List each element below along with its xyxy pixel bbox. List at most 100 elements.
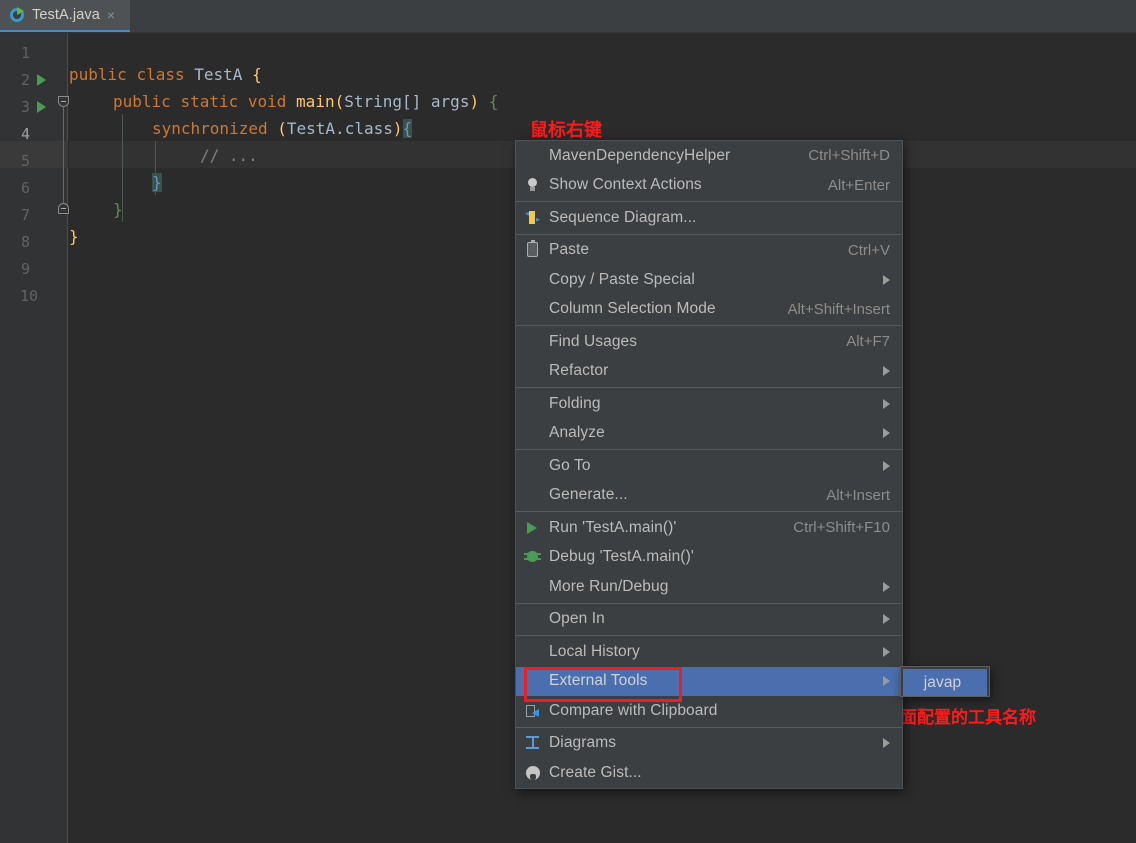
menu-item-debug-testa-main[interactable]: Debug 'TestA.main()' bbox=[516, 543, 902, 573]
token-paren: ) bbox=[469, 92, 480, 111]
menu-item-folding[interactable]: Folding bbox=[516, 389, 902, 419]
menu-item-label: Debug 'TestA.main()' bbox=[549, 548, 694, 566]
chevron-right-icon bbox=[883, 274, 890, 285]
menu-item-create-gist[interactable]: Create Gist... bbox=[516, 758, 902, 788]
menu-item-shortcut: Alt+Shift+Insert bbox=[787, 300, 890, 318]
token-brace: } bbox=[113, 200, 123, 219]
blank-icon bbox=[523, 456, 543, 476]
menu-separator bbox=[516, 602, 902, 604]
menu-item-label: External Tools bbox=[549, 672, 648, 690]
lightbulb-icon bbox=[523, 175, 543, 195]
chevron-right-icon bbox=[883, 614, 890, 625]
menu-item-show-context-actions[interactable]: Show Context Actions Alt+Enter bbox=[516, 171, 902, 201]
blank-icon bbox=[523, 146, 543, 166]
token-param: args bbox=[421, 92, 470, 111]
menu-item-label: Diagrams bbox=[549, 734, 617, 752]
gutter-line: 5 bbox=[0, 147, 68, 174]
token-keyword: class bbox=[344, 119, 393, 138]
menu-item-shortcut: Ctrl+Shift+D bbox=[808, 147, 890, 165]
line-number: 1 bbox=[20, 43, 30, 62]
code-line-5: // ... bbox=[69, 142, 258, 169]
menu-item-run-testa-main[interactable]: Run 'TestA.main()' Ctrl+Shift+F10 bbox=[516, 513, 902, 543]
menu-item-label: Open In bbox=[549, 610, 605, 628]
menu-item-external-tools[interactable]: External Tools bbox=[516, 666, 902, 696]
gutter-line: 4 bbox=[0, 120, 68, 147]
gutter-line: 8 bbox=[0, 228, 68, 255]
code-line-6: } bbox=[69, 169, 162, 196]
menu-item-generate[interactable]: Generate... Alt+Insert bbox=[516, 481, 902, 511]
github-icon bbox=[523, 763, 543, 783]
editor-gutter[interactable]: 1 2 3 4 5 6 7 8 9 10 bbox=[0, 33, 69, 843]
debug-bug-icon bbox=[523, 547, 543, 567]
line-number: 6 bbox=[20, 178, 30, 197]
line-number: 3 bbox=[20, 97, 30, 116]
menu-item-sequence-diagram[interactable]: Sequence Diagram... bbox=[516, 203, 902, 233]
menu-item-label: Local History bbox=[549, 642, 640, 660]
editor-context-menu[interactable]: MavenDependencyHelper Ctrl+Shift+D Show … bbox=[515, 140, 903, 789]
menu-item-label: MavenDependencyHelper bbox=[549, 146, 731, 164]
fold-marker-close-icon[interactable] bbox=[58, 203, 69, 214]
chevron-right-icon bbox=[883, 646, 890, 657]
code-line-3: public static void main(String[] args) { bbox=[69, 88, 498, 115]
menu-item-label: Compare with Clipboard bbox=[549, 701, 718, 719]
menu-item-shortcut: Alt+Enter bbox=[827, 176, 890, 194]
blank-icon bbox=[523, 299, 543, 319]
gutter-line: 2 bbox=[0, 66, 68, 93]
menu-item-compare-with-clipboard[interactable]: Compare with Clipboard bbox=[516, 696, 902, 726]
fold-marker-open-icon[interactable] bbox=[58, 96, 69, 107]
menu-item-analyze[interactable]: Analyze bbox=[516, 419, 902, 449]
menu-item-diagrams[interactable]: Diagrams bbox=[516, 729, 902, 759]
close-icon[interactable]: × bbox=[107, 8, 115, 22]
menu-item-find-usages[interactable]: Find Usages Alt+F7 bbox=[516, 327, 902, 357]
editor-tab-bar: TestA.java × bbox=[0, 0, 1136, 33]
blank-icon bbox=[523, 577, 543, 597]
menu-item-go-to[interactable]: Go To bbox=[516, 451, 902, 481]
java-class-icon bbox=[9, 7, 25, 23]
menu-separator bbox=[516, 511, 902, 512]
menu-item-refactor[interactable]: Refactor bbox=[516, 357, 902, 387]
menu-separator bbox=[516, 726, 902, 728]
menu-item-maven-dependency-helper[interactable]: MavenDependencyHelper Ctrl+Shift+D bbox=[516, 141, 902, 171]
token-brace: } bbox=[69, 227, 79, 246]
chevron-right-icon bbox=[883, 366, 890, 377]
token-dot: . bbox=[335, 119, 345, 138]
token-brace-highlighted: { bbox=[402, 119, 413, 138]
blank-icon bbox=[523, 394, 543, 414]
menu-item-label: Paste bbox=[549, 241, 590, 259]
menu-separator bbox=[516, 635, 902, 636]
blank-icon bbox=[523, 423, 543, 443]
external-tools-submenu[interactable]: javap bbox=[900, 666, 990, 697]
compare-icon bbox=[523, 701, 543, 721]
menu-item-open-in[interactable]: Open In bbox=[516, 605, 902, 635]
code-line-4: synchronized (TestA. class){ bbox=[69, 115, 413, 142]
menu-item-more-run-debug[interactable]: More Run/Debug bbox=[516, 572, 902, 602]
menu-item-copy-paste-special[interactable]: Copy / Paste Special bbox=[516, 265, 902, 295]
menu-item-paste[interactable]: Paste Ctrl+V bbox=[516, 236, 902, 266]
menu-item-column-selection-mode[interactable]: Column Selection Mode Alt+Shift+Insert bbox=[516, 295, 902, 325]
blank-icon bbox=[523, 332, 543, 352]
menu-item-label: Show Context Actions bbox=[549, 176, 702, 194]
line-number: 4 bbox=[20, 124, 30, 143]
menu-item-label: Column Selection Mode bbox=[549, 300, 716, 318]
submenu-item-javap[interactable]: javap bbox=[903, 669, 987, 696]
blank-icon bbox=[523, 642, 543, 662]
token-brace-highlighted: } bbox=[152, 173, 162, 192]
menu-item-label: Refactor bbox=[549, 362, 609, 380]
menu-item-local-history[interactable]: Local History bbox=[516, 637, 902, 667]
token-keyword: public bbox=[113, 92, 171, 111]
editor-tab-testa-java[interactable]: TestA.java × bbox=[0, 0, 130, 32]
menu-item-shortcut: Alt+Insert bbox=[826, 486, 890, 504]
menu-item-shortcut: Ctrl+V bbox=[847, 241, 890, 259]
token-brace: { bbox=[252, 65, 262, 84]
blank-icon bbox=[523, 671, 543, 691]
menu-separator bbox=[516, 325, 902, 326]
editor-tab-label: TestA.java bbox=[32, 7, 100, 23]
token-keyword: synchronized bbox=[152, 119, 268, 138]
run-gutter-icon[interactable] bbox=[37, 73, 46, 86]
menu-item-shortcut: Ctrl+Shift+F10 bbox=[793, 519, 890, 537]
chevron-right-icon bbox=[883, 738, 890, 749]
token-class-name: TestA bbox=[286, 119, 336, 138]
menu-item-label: Analyze bbox=[549, 424, 605, 442]
run-gutter-icon[interactable] bbox=[37, 100, 46, 113]
line-number: 10 bbox=[19, 286, 38, 305]
